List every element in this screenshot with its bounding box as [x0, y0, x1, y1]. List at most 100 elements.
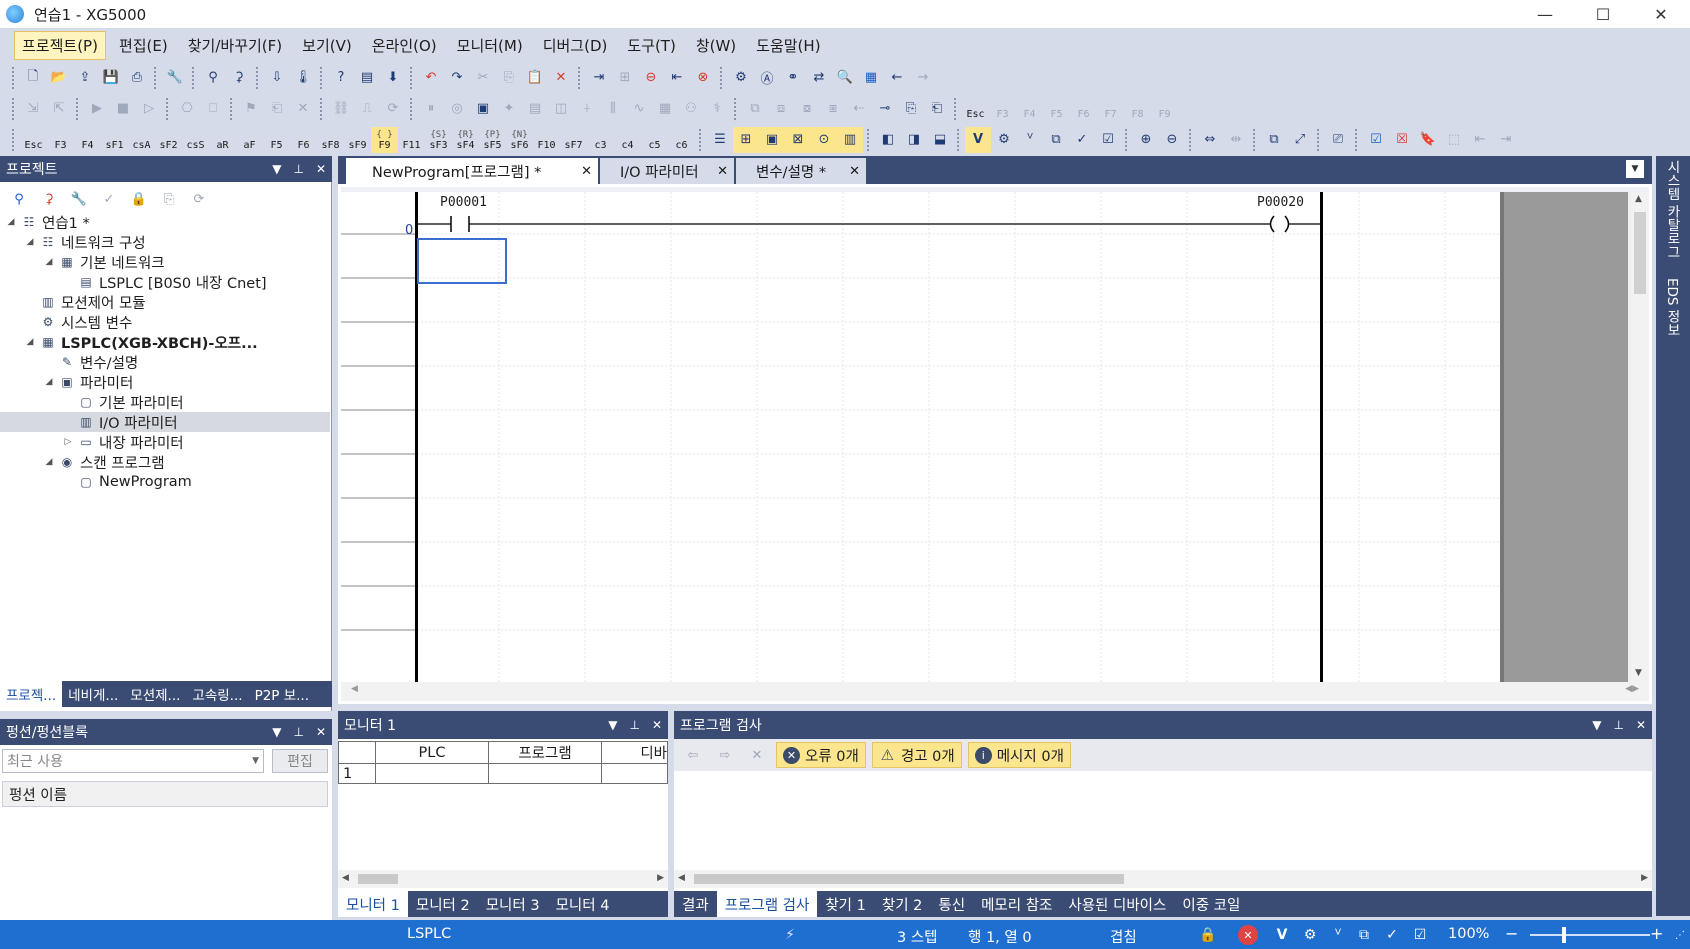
expand-toggle-icon[interactable]: ▷ [63, 437, 73, 447]
close-icon[interactable]: ✕ [849, 164, 860, 179]
install-icon[interactable]: ⬇ [380, 65, 406, 91]
view-4-icon[interactable]: ⧆ [820, 96, 846, 122]
tree-item[interactable]: ◢ ☷ 네트워크 구성 [0, 232, 330, 252]
ladder-key-sf9[interactable]: sF9 [344, 127, 371, 153]
forward-arrow-icon[interactable]: → [910, 65, 936, 91]
minimize-button[interactable]: — [1516, 0, 1574, 28]
tree-item[interactable]: ⚙ 시스템 변수 [0, 312, 330, 332]
scope-icon[interactable]: ⍭ [574, 96, 600, 122]
ladder-key-sf2[interactable]: sF2 [155, 127, 182, 153]
new-file-icon[interactable]: 🗋 [20, 65, 46, 91]
scroll-right-icon[interactable]: ▶ [657, 873, 664, 883]
plc-read-icon[interactable]: ⇲ [20, 96, 46, 122]
tab-program-check[interactable]: 프로그램 검사 [716, 891, 818, 917]
fkey-f6-2[interactable]: F6 [1070, 96, 1097, 122]
pin-icon[interactable]: ⊥ [629, 718, 639, 732]
panel-menu-icon[interactable]: ▼ [608, 718, 617, 732]
zoom-in-icon[interactable]: ⊕ [1133, 127, 1159, 153]
lock-icon[interactable]: 🔒 [126, 186, 152, 212]
stop-icon[interactable]: ■ [110, 96, 136, 122]
clear-results-icon[interactable]: ✕ [744, 742, 770, 768]
expand-icon[interactable]: ⇔ [1197, 127, 1223, 153]
ladder-key-f3[interactable]: F3 [47, 127, 74, 153]
prev-result-icon[interactable]: ⇦ [680, 742, 706, 768]
zoom-slider-thumb[interactable] [1562, 927, 1566, 943]
select-area-icon[interactable]: ⬚ [1441, 127, 1467, 153]
expand-toggle-icon[interactable]: ◢ [25, 337, 35, 347]
edit-button[interactable]: 편집 [272, 749, 328, 773]
delete-line-icon[interactable]: ⊖ [638, 65, 664, 91]
properties-icon[interactable]: 🔧 [66, 186, 92, 212]
image-icon[interactable]: ◫ [548, 96, 574, 122]
tab-eds-info[interactable]: EDS 정보 [1662, 278, 1682, 337]
normally-open-contact[interactable] [444, 213, 476, 235]
ld-view-icon[interactable]: ▣ [759, 126, 785, 153]
ladder-key-f6[interactable]: F6 [290, 127, 317, 153]
zoom-in-button[interactable]: + [1650, 924, 1663, 943]
connect-icon[interactable]: ⚲ [200, 65, 226, 91]
panel-close-icon[interactable]: ✕ [652, 718, 662, 732]
paste-icon[interactable]: 📋 [522, 65, 548, 91]
plc-write-icon[interactable]: ⇱ [46, 96, 72, 122]
save-icon[interactable]: 💾 [98, 65, 124, 91]
ladder-key-ar[interactable]: aR [209, 127, 236, 153]
panel-menu-icon[interactable]: ▼ [272, 725, 281, 739]
run-icon[interactable]: ▶ [84, 96, 110, 122]
copy-item-icon[interactable]: ⎘ [156, 186, 182, 212]
cascade-icon[interactable]: ⧉ [1261, 127, 1287, 153]
fkey-f5-2[interactable]: F5 [1043, 96, 1070, 122]
tree-item[interactable]: ▢ NewProgram [0, 472, 330, 492]
table-cell[interactable] [488, 763, 602, 784]
resize-grip-icon[interactable]: ⋰ [1670, 925, 1690, 945]
diagnostic-icon[interactable]: ⚕ [704, 96, 730, 122]
menu-tools[interactable]: 도구(T) [620, 32, 682, 59]
next-bookmark-icon[interactable]: ⇥ [1493, 127, 1519, 153]
ladder-key-c4[interactable]: c4 [614, 127, 641, 153]
message-icon[interactable]: ⎚ [1325, 127, 1351, 153]
output-coil[interactable] [1264, 213, 1296, 235]
variable-monitor-icon[interactable]: ⱽ [1328, 925, 1348, 945]
monitor-start-icon[interactable]: ◎ [444, 96, 470, 122]
back-arrow-icon[interactable]: ← [884, 65, 910, 91]
ladder-key-c5[interactable]: c5 [641, 127, 668, 153]
tree-item[interactable]: ◢ ◉ 스캔 프로그램 [0, 452, 330, 472]
tree-item[interactable]: ◢ ▦ 기본 네트워크 [0, 252, 330, 272]
online-write-icon[interactable]: ⎕ [200, 96, 226, 122]
menu-project[interactable]: 프로젝트(P) [14, 30, 106, 60]
tab-find-2[interactable]: 찾기 2 [874, 891, 931, 917]
tab-p2p[interactable]: P2P 보... [249, 681, 315, 707]
ladder-key-sf7[interactable]: sF7 [560, 127, 587, 153]
scroll-right-icon[interactable]: ◀▶ [1625, 684, 1639, 694]
ladder-key-sf1[interactable]: sF1 [101, 127, 128, 153]
horizontal-scrollbar[interactable]: ◀ ◀▶ [341, 682, 1649, 700]
fkey-esc-2[interactable]: Esc [962, 96, 989, 122]
close-window-button[interactable]: ✕ [1632, 0, 1690, 28]
insert-cell-icon[interactable]: ⊞ [612, 65, 638, 91]
ladder-key-sf8[interactable]: sF8 [317, 127, 344, 153]
tree-item[interactable]: ▢ 기본 파라미터 [0, 392, 330, 412]
open-project-icon[interactable]: ⇪ [72, 65, 98, 91]
tree-item[interactable]: ▥ I/O 파라미터 [0, 412, 330, 432]
prev-bookmark-icon[interactable]: ⇤ [1467, 127, 1493, 153]
error-status-icon[interactable]: ✕ [1238, 925, 1258, 945]
menu-edit[interactable]: 편집(E) [112, 32, 175, 59]
wave-icon[interactable]: ∿ [626, 96, 652, 122]
fkey-f4-2[interactable]: F4 [1016, 96, 1043, 122]
print-icon[interactable]: ⎙ [124, 65, 150, 91]
output-window-icon[interactable]: ⬓ [927, 127, 953, 153]
horizontal-scrollbar[interactable]: ◀ ▶ [338, 870, 668, 888]
tab-io-parameter[interactable]: I/O 파라미터 ✕ [600, 158, 734, 184]
uncheck-icon[interactable]: ☒ [1389, 127, 1415, 153]
view-3-icon[interactable]: ⧇ [794, 96, 820, 122]
ladder-key-f11[interactable]: F11 [398, 127, 425, 153]
find-icon[interactable]: Ⓐ [754, 65, 780, 91]
list-view-icon[interactable]: ☰ [707, 127, 733, 153]
program-check-icon[interactable]: ☑ [1410, 925, 1430, 945]
menu-view[interactable]: 보기(V) [295, 32, 359, 59]
program-check-icon[interactable]: ☑ [1095, 127, 1121, 153]
panel-close-icon[interactable]: ✕ [316, 725, 326, 739]
tree-item[interactable]: ◢ ☷ 연습1 * [0, 212, 330, 232]
panel-menu-icon[interactable]: ▼ [1592, 718, 1601, 732]
search-icon[interactable]: 🔍 [832, 65, 858, 91]
tab-highspeed-link[interactable]: 고속링... [186, 681, 248, 707]
